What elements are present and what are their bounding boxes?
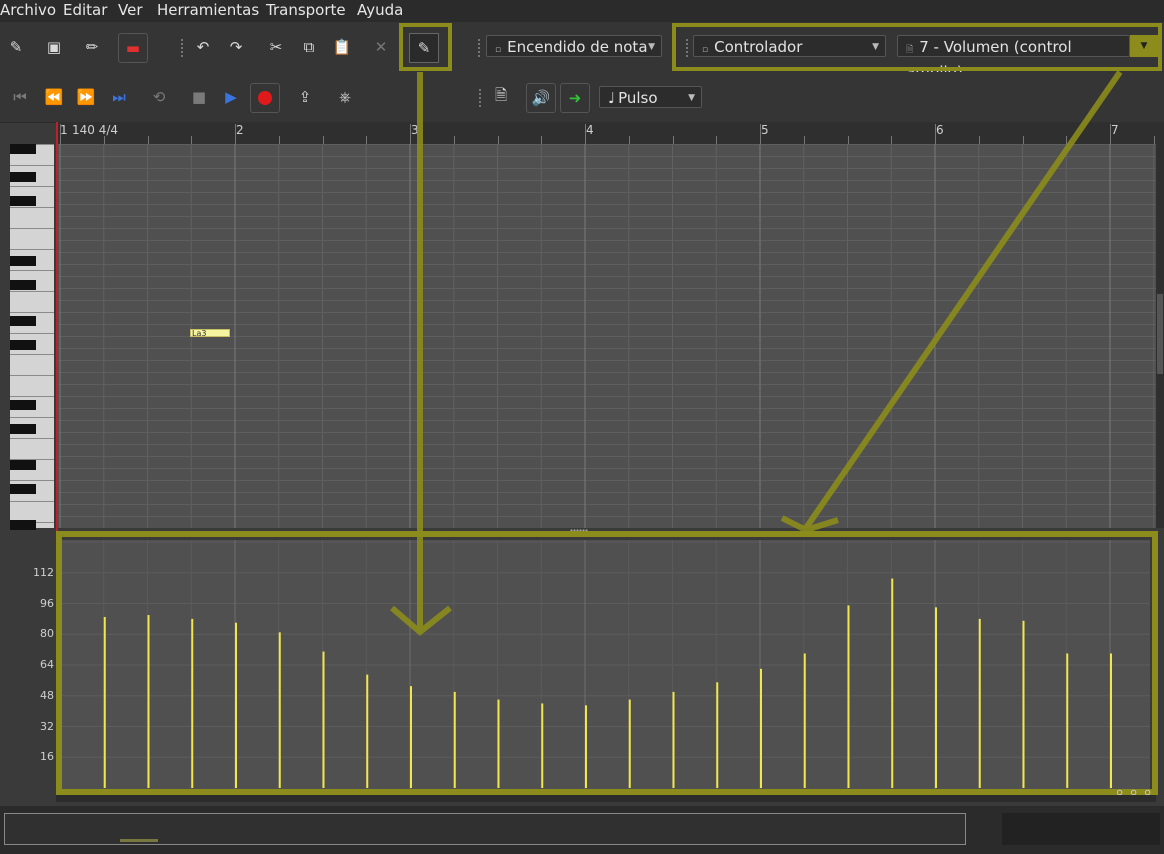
scroll-thumb[interactable] (1157, 294, 1163, 374)
vertical-scrollbar[interactable] (1156, 144, 1164, 528)
status-panel (1002, 813, 1160, 845)
annotation-arrows (390, 70, 1123, 636)
status-indicator (120, 839, 158, 842)
arrow-controller (803, 70, 1123, 530)
horizontal-scrollbar[interactable] (56, 795, 1156, 802)
